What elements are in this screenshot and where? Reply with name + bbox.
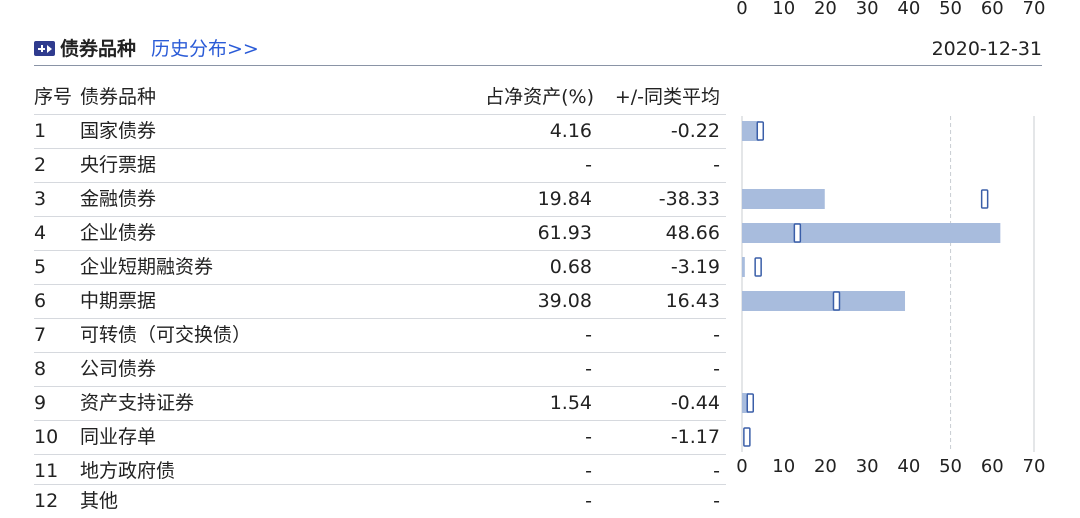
peer-average-marker — [832, 291, 841, 311]
bond-allocation-chart — [741, 116, 1035, 452]
peer-average-marker — [743, 427, 751, 447]
peer-average-marker — [754, 257, 762, 277]
bar — [742, 223, 1001, 243]
peer-average-marker — [746, 393, 755, 413]
peer-average-marker — [793, 223, 802, 243]
bar — [742, 291, 906, 311]
peer-average-marker — [756, 121, 765, 141]
bar — [742, 189, 825, 209]
bar — [742, 257, 745, 277]
peer-average-marker — [980, 189, 989, 209]
